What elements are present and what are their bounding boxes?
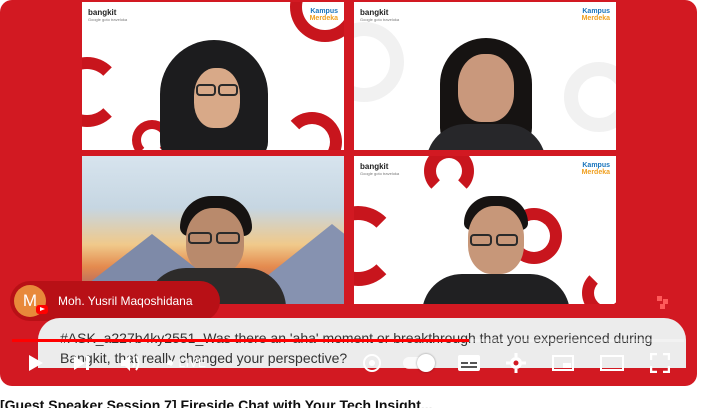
play-icon [29,355,43,371]
autoplay-toggle[interactable] [400,349,436,377]
settings-gear-icon [506,353,526,373]
autoplay-icon [363,354,381,372]
next-button[interactable] [70,349,94,377]
comment-author-name: Moh. Yusril Maqoshidana [58,294,193,308]
video-title[interactable]: [Guest Speaker Session 7] Fireside Chat … [0,394,707,408]
kampus-merdeka-logo: Kampus Merdeka [581,162,610,176]
fullscreen-icon [650,353,670,373]
play-button[interactable] [24,349,48,377]
video-player[interactable]: bangkit Google goto traveloka Kampus Mer… [0,0,697,386]
bangkit-logo: bangkit Google goto traveloka [360,8,400,22]
autoplay-icon-button[interactable] [360,349,384,377]
volume-button[interactable] [118,349,144,377]
miniplayer-button[interactable] [550,349,576,377]
bangkit-logo: bangkit Google goto traveloka [88,8,128,22]
next-icon [74,356,89,370]
live-indicator[interactable]: LIVE [162,349,212,377]
video-tile-1: bangkit Google goto traveloka Kampus Mer… [82,2,344,150]
video-tile-4: bangkit Google goto traveloka Kampus Mer… [354,156,616,304]
youtube-badge-icon [36,305,48,314]
theater-icon [600,355,624,371]
progress-bar[interactable] [12,339,684,342]
bangkit-logo: bangkit Google goto traveloka [360,162,400,176]
volume-icon [121,355,140,371]
subtitles-button[interactable] [456,349,482,377]
kampus-merdeka-logo: Kampus Merdeka [581,8,610,22]
video-tile-2: bangkit Google goto traveloka Kampus Mer… [354,2,616,150]
stream-logo-icon [657,296,668,309]
kampus-merdeka-logo: Kampus Merdeka [309,8,338,22]
fullscreen-button[interactable] [648,349,672,377]
progress-fill [12,339,469,342]
subtitles-icon [458,355,480,371]
settings-button[interactable] [504,349,528,377]
miniplayer-icon [552,355,574,371]
theater-mode-button[interactable] [598,349,626,377]
comment-author-chip: M Moh. Yusril Maqoshidana [10,281,220,321]
